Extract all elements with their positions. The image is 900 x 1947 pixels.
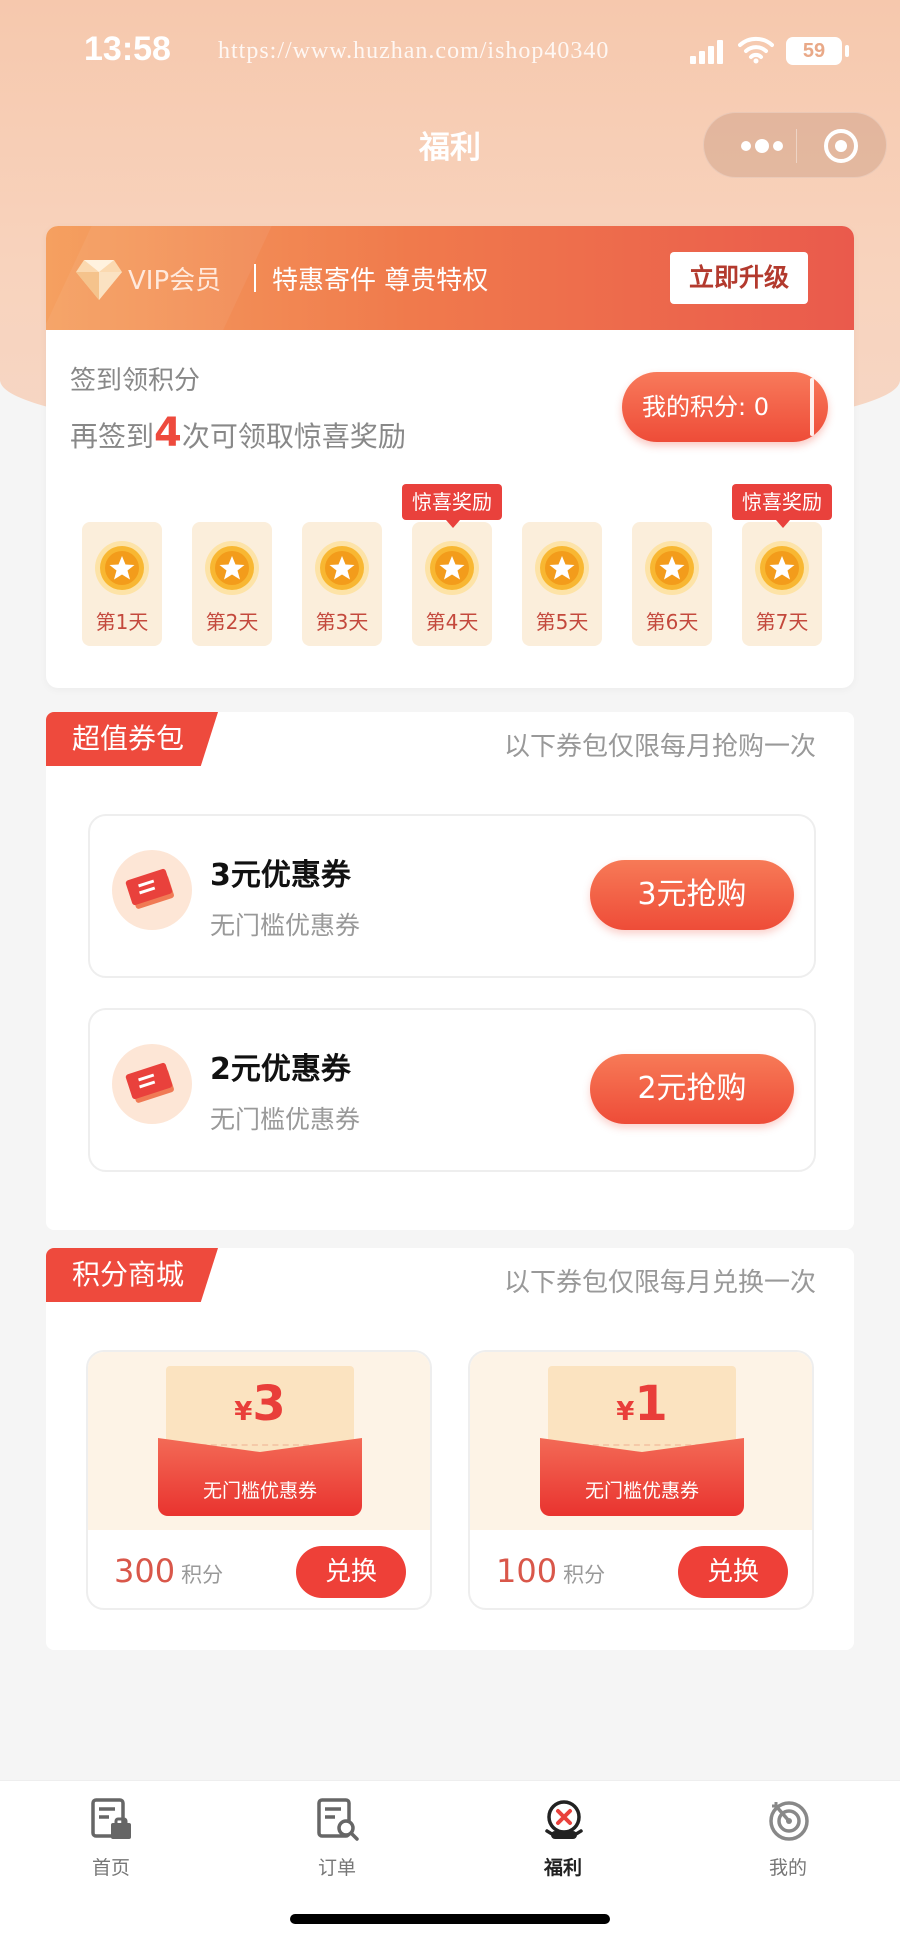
- coupon-title: 3元优惠券: [210, 858, 351, 893]
- sign-day-card[interactable]: 第7天 惊喜奖励: [732, 484, 832, 646]
- miniprogram-capsule: [703, 112, 887, 178]
- tab-orders[interactable]: 订单: [277, 1791, 397, 1891]
- points-value: 100: [496, 1552, 558, 1590]
- tab-mine[interactable]: 我的: [728, 1791, 848, 1891]
- star-coin-icon: [205, 541, 259, 595]
- battery-icon: 59: [786, 37, 842, 65]
- sign-title: 签到领积分: [70, 366, 201, 396]
- coupon-pack-note: 以下券包仅限每月抢购一次: [503, 732, 816, 762]
- sign-day-card[interactable]: 第6天: [632, 522, 712, 646]
- star-coin-icon: [755, 541, 809, 595]
- sign-days-row: 第1天 第2天 第3天 第4天 惊喜奖励第5天 第6天 第7天 惊喜奖励: [82, 484, 842, 652]
- order-search-icon: [317, 1798, 359, 1841]
- sign-progress-text: 再签到4次可领取惊喜奖励: [70, 410, 406, 456]
- status-time: 13:58: [84, 30, 171, 68]
- coupon-ticket-icon: [112, 850, 192, 930]
- vip-label: VIP会员: [128, 266, 222, 296]
- points-mall-tag: 积分商城: [46, 1248, 219, 1302]
- currency-symbol: ¥: [616, 1397, 635, 1427]
- mall-item-price: 300 积分: [114, 1552, 223, 1590]
- mall-item-visual: ¥3 无门槛优惠券: [88, 1352, 430, 1530]
- mall-item-card: ¥3 无门槛优惠券 300 积分 兑换: [86, 1350, 432, 1610]
- coupon-pack-tag: 超值券包: [46, 712, 219, 766]
- day-label: 第3天: [315, 610, 369, 634]
- battery-tip: [845, 45, 849, 57]
- welfare-icon: [545, 1800, 583, 1839]
- coupon-card: 2元优惠券 无门槛优惠券 2元抢购: [88, 1008, 816, 1172]
- day-label: 第4天: [425, 610, 479, 634]
- coupon-title: 2元优惠券: [210, 1052, 351, 1087]
- points-mall-section: 积分商城 以下券包仅限每月兑换一次 ¥3 无门槛优惠券 300 积分 兑换 ¥1 …: [46, 1248, 854, 1650]
- close-miniprogram-icon[interactable]: [822, 127, 860, 165]
- voucher-amount: ¥1: [548, 1376, 736, 1432]
- vip-banner: VIP会员 特惠寄件 尊贵特权 立即升级: [46, 226, 854, 346]
- status-bar: 13:58 https://www.huzhan.com/ishop40340 …: [0, 0, 900, 100]
- points-unit: 积分: [181, 1563, 224, 1587]
- my-points-button[interactable]: 我的积分: 0: [622, 372, 828, 442]
- upgrade-button[interactable]: 立即升级: [670, 252, 808, 304]
- exchange-button[interactable]: 兑换: [678, 1546, 788, 1598]
- coupon-subtitle: 无门槛优惠券: [210, 1105, 361, 1134]
- tab-label: 福利: [543, 1857, 582, 1879]
- voucher-amount: ¥3: [166, 1376, 354, 1432]
- day-label: 第7天: [755, 610, 809, 634]
- buy-coupon-button[interactable]: 3元抢购: [590, 860, 794, 930]
- coupon-pack-section: 超值券包 以下券包仅限每月抢购一次 3元优惠券 无门槛优惠券 3元抢购 2元优惠…: [46, 712, 854, 1230]
- sign-day-card[interactable]: 第2天: [192, 522, 272, 646]
- vip-slogan: 特惠寄件 尊贵特权: [272, 266, 489, 296]
- currency-symbol: ¥: [234, 1397, 253, 1427]
- points-unit: 积分: [563, 1563, 606, 1587]
- mall-item-price: 100 积分: [496, 1552, 605, 1590]
- tab-label: 订单: [317, 1857, 356, 1879]
- day-label: 第2天: [205, 610, 259, 634]
- coupon-card: 3元优惠券 无门槛优惠券 3元抢购: [88, 814, 816, 978]
- star-coin-icon: [315, 541, 369, 595]
- day-label: 第6天: [645, 610, 699, 634]
- home-icon: [91, 1798, 131, 1839]
- watermark-text: https://www.huzhan.com/ishop40340: [218, 38, 610, 64]
- surprise-reward-tag: 惊喜奖励: [732, 484, 832, 528]
- target-icon: [769, 1801, 809, 1841]
- mall-item-card: ¥1 无门槛优惠券 100 积分 兑换: [468, 1350, 814, 1610]
- tab-home[interactable]: 首页: [51, 1791, 171, 1891]
- sign-remaining-count: 4: [154, 410, 182, 456]
- day-label: 第5天: [535, 610, 589, 634]
- star-coin-icon: [425, 541, 479, 595]
- sign-in-card: VIP会员 特惠寄件 尊贵特权 立即升级 签到领积分 再签到4次可领取惊喜奖励 …: [46, 226, 854, 688]
- wifi-icon: [738, 36, 774, 64]
- home-indicator: [290, 1914, 610, 1924]
- surprise-reward-tag: 惊喜奖励: [402, 484, 502, 528]
- diamond-icon: [76, 260, 122, 300]
- sign-progress-suffix: 次可领取惊喜奖励: [181, 420, 406, 453]
- day-label: 第1天: [95, 610, 149, 634]
- voucher-label: 无门槛优惠券: [202, 1480, 317, 1502]
- mall-item-visual: ¥1 无门槛优惠券: [470, 1352, 812, 1530]
- sign-progress-prefix: 再签到: [70, 420, 155, 453]
- more-icon[interactable]: [732, 137, 792, 155]
- tab-label: 我的: [768, 1857, 807, 1879]
- sign-day-card[interactable]: 第4天 惊喜奖励: [402, 484, 502, 646]
- tab-label: 首页: [91, 1857, 130, 1879]
- coupon-ticket-icon: [112, 1044, 192, 1124]
- capsule-divider: [796, 129, 797, 163]
- voucher-value: 1: [634, 1376, 668, 1432]
- points-value: 300: [114, 1552, 176, 1590]
- exchange-button[interactable]: 兑换: [296, 1546, 406, 1598]
- star-coin-icon: [645, 541, 699, 595]
- vip-separator: [254, 264, 256, 292]
- sign-day-card[interactable]: 第3天: [302, 522, 382, 646]
- sign-day-card[interactable]: 第1天: [82, 522, 162, 646]
- points-mall-note: 以下券包仅限每月兑换一次: [503, 1268, 816, 1298]
- voucher-label: 无门槛优惠券: [584, 1480, 699, 1502]
- star-coin-icon: [95, 541, 149, 595]
- signal-icon: [690, 40, 723, 64]
- coupon-subtitle: 无门槛优惠券: [210, 911, 361, 940]
- tab-welfare[interactable]: 福利: [503, 1791, 623, 1891]
- sign-day-card[interactable]: 第5天: [522, 522, 602, 646]
- buy-coupon-button[interactable]: 2元抢购: [590, 1054, 794, 1124]
- voucher-value: 3: [252, 1376, 286, 1432]
- star-coin-icon: [535, 541, 589, 595]
